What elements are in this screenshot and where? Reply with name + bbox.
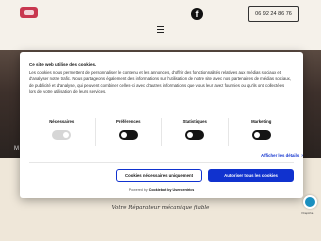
- statistics-switch[interactable]: [185, 130, 205, 140]
- allow-all-button[interactable]: Autoriser tous les cookies: [208, 169, 294, 182]
- toggle-preferences: Préférences: [96, 118, 162, 146]
- preferences-switch[interactable]: [118, 130, 138, 140]
- necessary-only-button[interactable]: Cookies nécessaires uniquement: [116, 169, 202, 182]
- site-header: f 06 92 24 86 76: [0, 0, 321, 50]
- consent-text: Les cookies nous permettent de personnal…: [29, 70, 291, 94]
- brand-logo[interactable]: [20, 7, 38, 18]
- hero-heading: M: [14, 146, 19, 152]
- toggle-label: Nécessaires: [49, 119, 75, 124]
- cookiebot-logo[interactable]: Cookiebot by Usercentrics: [149, 188, 195, 192]
- consent-title: Ce site web utilise des cookies.: [29, 62, 97, 67]
- widget-label: VCaptcha: [301, 211, 314, 215]
- show-details-link[interactable]: Afficher les détails ›: [261, 153, 303, 159]
- marketing-switch[interactable]: [251, 130, 271, 140]
- toggle-label: Préférences: [115, 119, 141, 124]
- powered-by: Powered by Cookiebot by Usercentrics: [20, 188, 303, 192]
- cookie-consent-dialog: Ce site web utilise des cookies. Les coo…: [20, 52, 303, 198]
- toggle-statistics: Statistiques: [162, 118, 229, 146]
- slogan: Votre Réparateur mécanique fiable: [111, 205, 210, 211]
- necessary-switch: [52, 130, 72, 140]
- hamburger-menu-icon[interactable]: [157, 26, 164, 35]
- chevron-right-icon: ›: [301, 153, 303, 159]
- facebook-icon[interactable]: f: [191, 8, 203, 20]
- powered-prefix: Powered by: [128, 188, 148, 192]
- toggle-label: Marketing: [251, 119, 272, 124]
- consent-toggles: Nécessaires Préférences Statistiques Mar…: [29, 118, 294, 146]
- details-label: Afficher les détails: [261, 153, 300, 158]
- divider: [29, 162, 294, 163]
- toggle-necessary: Nécessaires: [29, 118, 96, 146]
- toggle-marketing: Marketing: [229, 118, 295, 146]
- toggle-label: Statistiques: [182, 119, 207, 124]
- chat-widget-icon[interactable]: [303, 195, 317, 209]
- phone-button[interactable]: 06 92 24 86 76: [248, 6, 299, 22]
